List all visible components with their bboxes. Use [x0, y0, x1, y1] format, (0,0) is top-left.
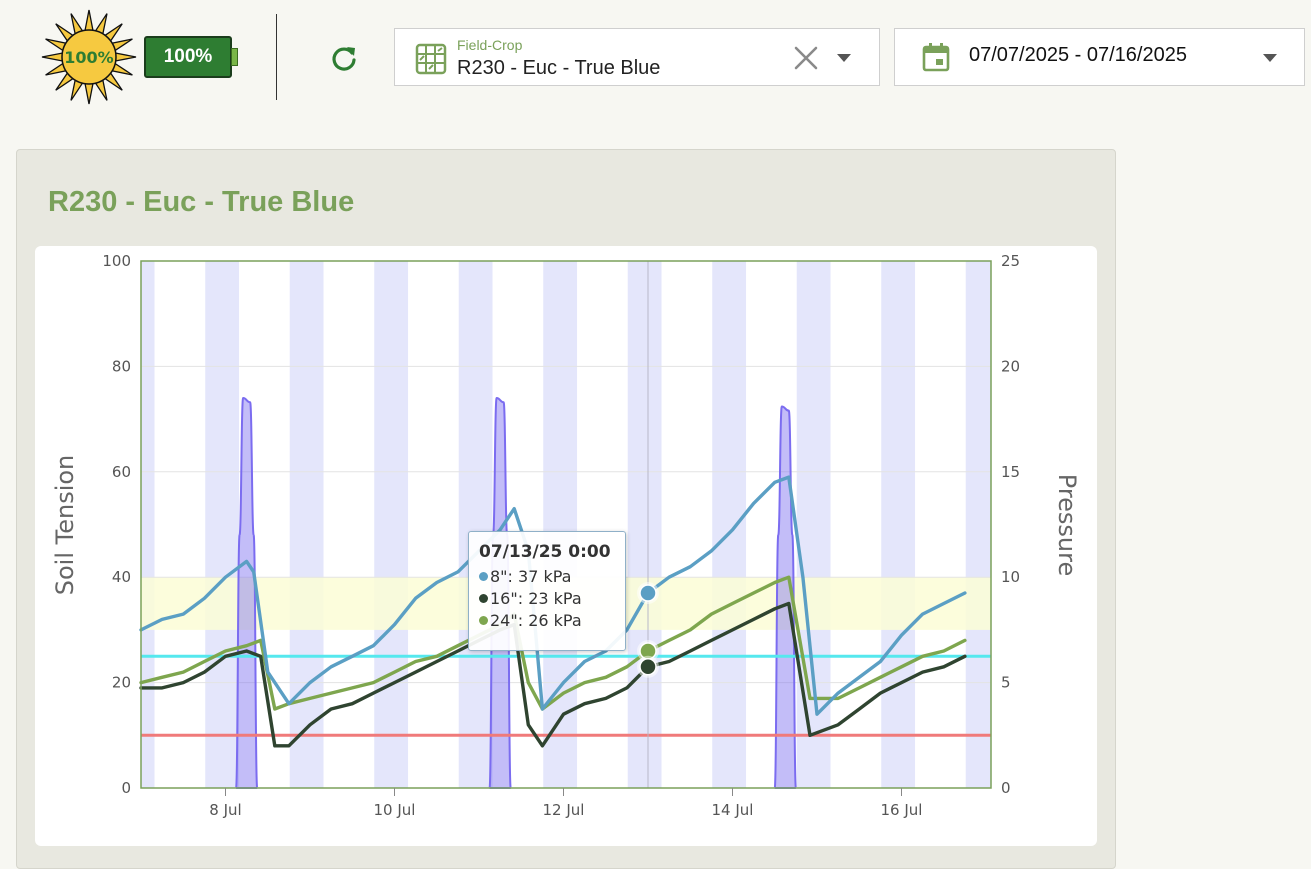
date-range-value: 07/07/2025 - 07/16/2025: [969, 44, 1187, 66]
chevron-down-icon[interactable]: [835, 51, 853, 65]
tooltip-row-label: 8": 37 kPa: [490, 567, 572, 586]
night-band: [881, 261, 916, 788]
y-tick-label: 40: [112, 568, 131, 586]
x-tick-label: 16 Jul: [881, 801, 923, 819]
night-band: [205, 261, 240, 788]
divider: [276, 14, 277, 100]
series-dot: [479, 616, 488, 625]
x-tick-label: 12 Jul: [543, 801, 585, 819]
tooltip-row: 8": 37 kPa: [479, 566, 625, 588]
battery-value: 100%: [144, 36, 232, 78]
y2-tick-label: 5: [1001, 674, 1011, 692]
night-band: [965, 261, 991, 788]
sun-ray: [84, 82, 94, 105]
y-tick-label: 100: [102, 252, 131, 270]
field-crop-value: R230 - Euc - True Blue: [457, 57, 661, 79]
top-bar: 100% 100% Field-Crop R230 - Euc - True B…: [0, 0, 1311, 115]
night-band: [374, 261, 409, 788]
tooltip-row: 16": 23 kPa: [479, 588, 625, 610]
night-band: [458, 261, 493, 788]
y2-tick-label: 10: [1001, 568, 1020, 586]
sun-value: 100%: [64, 48, 113, 67]
tooltip-row-label: 24": 26 kPa: [490, 611, 582, 630]
y-axis-label: Soil Tension: [51, 455, 79, 596]
battery-icon: 100%: [144, 36, 238, 78]
y-tick-label: 20: [112, 674, 131, 692]
x-tick-label: 8 Jul: [209, 801, 241, 819]
x-tick-label: 10 Jul: [374, 801, 416, 819]
battery-tip: [231, 48, 238, 66]
sun-icon: 100%: [41, 9, 137, 105]
y-tick-label: 0: [121, 779, 131, 797]
sun-ray: [41, 52, 64, 62]
y-tick-label: 80: [112, 357, 131, 375]
sun-ray: [84, 9, 94, 32]
close-icon[interactable]: [793, 45, 819, 71]
y2-tick-label: 20: [1001, 357, 1020, 375]
calendar-icon: [922, 43, 950, 72]
night-band: [289, 261, 324, 788]
y2-tick-label: 15: [1001, 463, 1020, 481]
tooltip-row-label: 16": 23 kPa: [490, 589, 582, 608]
series-dot: [479, 594, 488, 603]
tooltip-title: 07/13/25 0:00: [479, 542, 611, 562]
night-band: [141, 261, 155, 788]
night-band: [712, 261, 747, 788]
y-tick-label: 60: [112, 463, 131, 481]
field-crop-label: Field-Crop: [457, 37, 523, 53]
series-dot: [479, 572, 488, 581]
night-band: [627, 261, 662, 788]
card-title: R230 - Euc - True Blue: [48, 186, 355, 218]
pressure-area: [235, 397, 259, 789]
refresh-icon[interactable]: [330, 44, 358, 72]
hover-marker: [639, 658, 657, 676]
date-range-select[interactable]: 07/07/2025 - 07/16/2025: [894, 28, 1305, 86]
tooltip-row: 24": 26 kPa: [479, 610, 625, 632]
x-tick-label: 14 Jul: [712, 801, 754, 819]
chart-tooltip: 07/13/25 0:00 8": 37 kPa 16": 23 kPa 24"…: [468, 531, 626, 651]
chevron-down-icon[interactable]: [1261, 51, 1279, 65]
y2-axis-label: Pressure: [1053, 474, 1081, 576]
y2-tick-label: 0: [1001, 779, 1011, 797]
field-icon: [415, 43, 447, 75]
sun-ray: [114, 52, 137, 62]
night-band: [796, 261, 831, 788]
y2-tick-label: 25: [1001, 252, 1020, 270]
hover-marker: [639, 584, 657, 602]
field-crop-select[interactable]: Field-Crop R230 - Euc - True Blue: [394, 28, 880, 86]
